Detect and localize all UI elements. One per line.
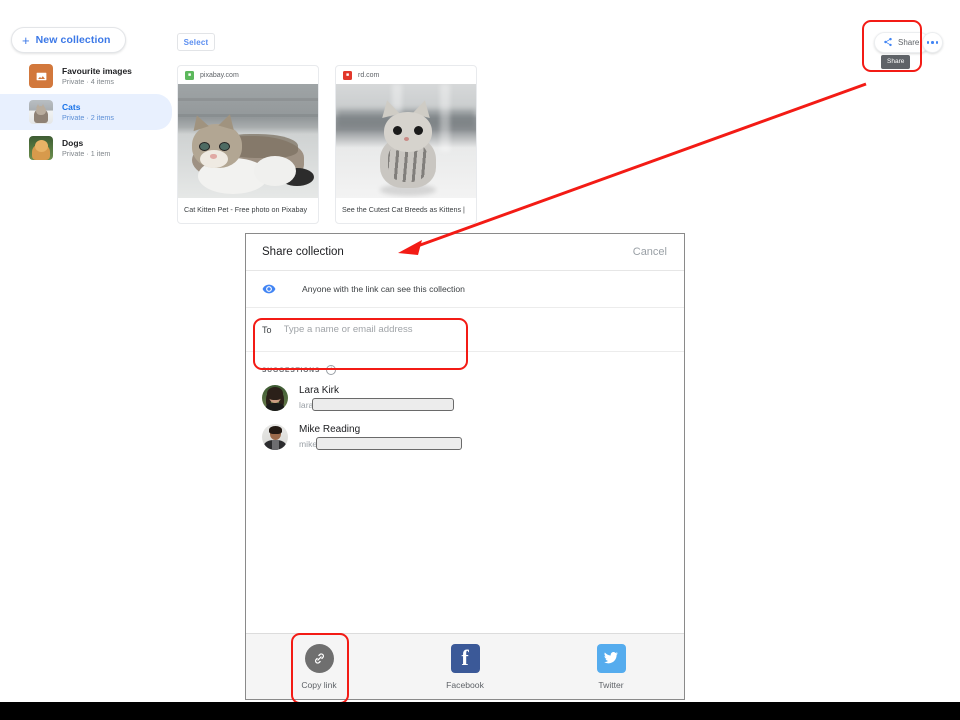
card-source-label: pixabay.com xyxy=(200,71,239,79)
share-tooltip: Share xyxy=(881,55,911,69)
cat-thumbnail xyxy=(29,100,53,124)
card-thumbnail-image xyxy=(336,84,476,198)
collection-subtitle: Private · 1 item xyxy=(62,148,111,158)
select-button[interactable]: Select xyxy=(177,33,215,51)
dialog-title: Share collection xyxy=(262,246,344,258)
recipient-row: To xyxy=(246,308,684,352)
new-collection-label: New collection xyxy=(35,34,111,46)
twitter-label: Twitter xyxy=(598,679,624,690)
copy-link-label: Copy link xyxy=(301,679,337,690)
rd-favicon-icon: ■ xyxy=(343,70,352,80)
collection-subtitle: Private · 2 items xyxy=(62,112,114,122)
share-targets-row: Copy link f Facebook Twitter xyxy=(246,633,684,699)
card-caption: See the Cutest Cat Breeds as Kittens | xyxy=(342,205,465,214)
visibility-text: Anyone with the link can see this collec… xyxy=(302,284,465,294)
recipient-input[interactable] xyxy=(283,324,624,335)
redacted-email-box xyxy=(312,398,455,411)
eye-visible-icon xyxy=(262,282,277,296)
pixabay-favicon-icon: ■ xyxy=(185,70,194,80)
suggestion-email-prefix: lara xyxy=(299,399,314,410)
suggestion-email-prefix: mike xyxy=(299,438,318,449)
visibility-row[interactable]: Anyone with the link can see this collec… xyxy=(246,271,684,308)
saved-item-card[interactable]: ■ rd.com See the Cutest Cat Breeds as Ki… xyxy=(335,65,477,224)
collections-sidebar: + New collection Favourite images Privat… xyxy=(0,0,172,702)
sidebar-item-dogs[interactable]: Dogs Private · 1 item xyxy=(0,130,172,166)
suggestion-meta: Mike Reading mike xyxy=(299,423,463,450)
copy-link-button[interactable]: Copy link xyxy=(246,634,392,699)
dog-thumbnail xyxy=(29,136,53,160)
link-icon xyxy=(304,643,334,673)
suggestion-meta: Lara Kirk lara xyxy=(299,384,455,411)
suggestion-email-row: mike xyxy=(299,437,463,450)
saved-item-card[interactable]: ■ pixabay.com Cat Kitten Pet - Free phot… xyxy=(177,65,319,224)
collection-title: Dogs xyxy=(62,137,84,148)
share-collection-dialog: Share collection Cancel Anyone with the … xyxy=(245,233,685,700)
avatar xyxy=(262,423,288,450)
sidebar-item-favourite-images[interactable]: Favourite images Private · 4 items xyxy=(0,58,172,94)
twitter-share-button[interactable]: Twitter xyxy=(538,634,684,699)
avatar xyxy=(262,384,288,411)
suggestion-name: Lara Kirk xyxy=(299,385,340,396)
suggestion-row-lara-kirk[interactable]: Lara Kirk lara xyxy=(246,378,684,417)
dialog-header: Share collection Cancel xyxy=(246,234,684,271)
collection-title: Cats xyxy=(62,101,81,112)
card-source-label: rd.com xyxy=(358,71,380,79)
suggestion-row-mike-reading[interactable]: Mike Reading mike xyxy=(246,417,684,456)
to-label: To xyxy=(262,324,272,335)
cancel-button[interactable]: Cancel xyxy=(633,246,667,258)
share-button-label: Share xyxy=(898,38,920,47)
collection-meta: Dogs Private · 1 item xyxy=(62,138,110,159)
bottom-letterbox-bar xyxy=(0,702,960,720)
collection-list: Favourite images Private · 4 items Cats … xyxy=(0,58,172,166)
twitter-icon xyxy=(596,643,626,673)
suggestion-email-row: lara xyxy=(299,398,455,411)
plus-icon: + xyxy=(22,32,30,48)
suggestion-name: Mike Reading xyxy=(299,424,361,435)
suggestions-header: SUGGESTIONS i xyxy=(246,352,684,378)
facebook-label: Facebook xyxy=(446,679,484,690)
new-collection-button[interactable]: + New collection xyxy=(11,27,126,53)
folder-image-icon xyxy=(29,64,53,88)
facebook-icon: f xyxy=(450,643,480,673)
info-icon[interactable]: i xyxy=(326,365,337,375)
share-icon xyxy=(883,34,893,52)
card-source-row: ■ pixabay.com xyxy=(178,66,318,84)
collection-meta: Cats Private · 2 items xyxy=(62,102,114,123)
facebook-share-button[interactable]: f Facebook xyxy=(392,634,538,699)
collection-title: Favourite images xyxy=(62,65,132,76)
card-thumbnail-image xyxy=(178,84,318,198)
suggestions-label: SUGGESTIONS xyxy=(262,366,321,374)
collection-subtitle: Private · 4 items xyxy=(62,76,114,86)
redacted-email-box xyxy=(316,437,463,450)
sidebar-item-cats[interactable]: Cats Private · 2 items xyxy=(0,94,172,130)
card-source-row: ■ rd.com xyxy=(336,66,476,84)
more-options-icon xyxy=(926,41,939,44)
app-window: + New collection Favourite images Privat… xyxy=(0,0,960,702)
collection-meta: Favourite images Private · 4 items xyxy=(62,66,132,87)
select-label: Select xyxy=(183,37,209,47)
more-options-button[interactable] xyxy=(922,32,943,53)
card-caption: Cat Kitten Pet - Free photo on Pixabay xyxy=(184,205,308,214)
